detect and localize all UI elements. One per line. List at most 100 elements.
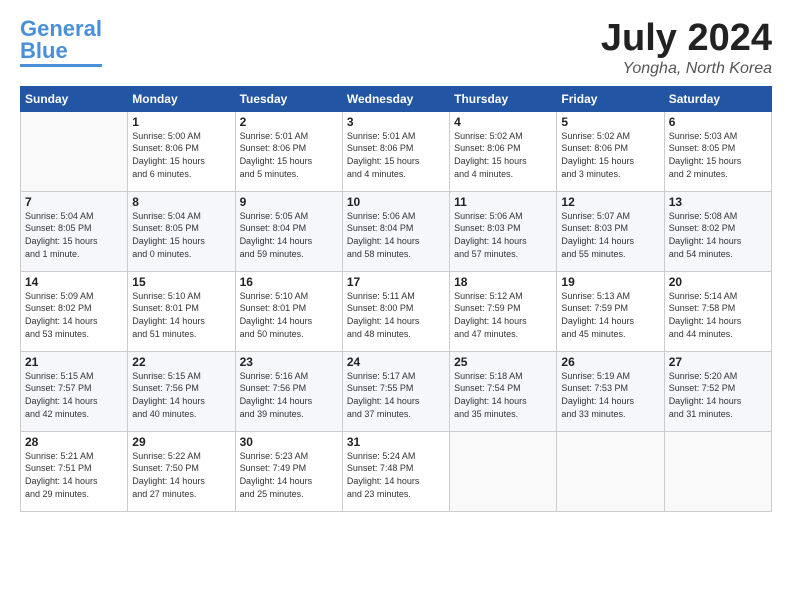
cell-w0d5: 5Sunrise: 5:02 AMSunset: 8:06 PMDaylight… <box>557 111 664 191</box>
day-info: Sunrise: 5:24 AMSunset: 7:48 PMDaylight:… <box>347 450 445 500</box>
day-number: 1 <box>132 115 230 129</box>
cell-w0d4: 4Sunrise: 5:02 AMSunset: 8:06 PMDaylight… <box>450 111 557 191</box>
day-info: Sunrise: 5:05 AMSunset: 8:04 PMDaylight:… <box>240 210 338 260</box>
day-info: Sunrise: 5:01 AMSunset: 8:06 PMDaylight:… <box>240 130 338 180</box>
day-number: 4 <box>454 115 552 129</box>
day-number: 31 <box>347 435 445 449</box>
day-number: 27 <box>669 355 767 369</box>
day-info: Sunrise: 5:07 AMSunset: 8:03 PMDaylight:… <box>561 210 659 260</box>
col-monday: Monday <box>128 86 235 111</box>
day-number: 21 <box>25 355 123 369</box>
logo-underline <box>20 64 102 67</box>
day-number: 26 <box>561 355 659 369</box>
day-info: Sunrise: 5:16 AMSunset: 7:56 PMDaylight:… <box>240 370 338 420</box>
day-info: Sunrise: 5:02 AMSunset: 8:06 PMDaylight:… <box>454 130 552 180</box>
col-saturday: Saturday <box>664 86 771 111</box>
day-number: 18 <box>454 275 552 289</box>
day-number: 24 <box>347 355 445 369</box>
cell-w1d4: 11Sunrise: 5:06 AMSunset: 8:03 PMDayligh… <box>450 191 557 271</box>
cell-w2d3: 17Sunrise: 5:11 AMSunset: 8:00 PMDayligh… <box>342 271 449 351</box>
day-number: 22 <box>132 355 230 369</box>
cell-w1d5: 12Sunrise: 5:07 AMSunset: 8:03 PMDayligh… <box>557 191 664 271</box>
day-number: 8 <box>132 195 230 209</box>
day-number: 25 <box>454 355 552 369</box>
cell-w1d2: 9Sunrise: 5:05 AMSunset: 8:04 PMDaylight… <box>235 191 342 271</box>
day-number: 28 <box>25 435 123 449</box>
cell-w4d5 <box>557 431 664 511</box>
day-number: 17 <box>347 275 445 289</box>
header: General Blue July 2024 Yongha, North Kor… <box>20 18 772 78</box>
cell-w0d0 <box>21 111 128 191</box>
day-number: 2 <box>240 115 338 129</box>
day-number: 11 <box>454 195 552 209</box>
col-sunday: Sunday <box>21 86 128 111</box>
cell-w2d2: 16Sunrise: 5:10 AMSunset: 8:01 PMDayligh… <box>235 271 342 351</box>
cell-w2d0: 14Sunrise: 5:09 AMSunset: 8:02 PMDayligh… <box>21 271 128 351</box>
logo: General Blue <box>20 18 102 67</box>
day-info: Sunrise: 5:00 AMSunset: 8:06 PMDaylight:… <box>132 130 230 180</box>
day-info: Sunrise: 5:06 AMSunset: 8:03 PMDaylight:… <box>454 210 552 260</box>
title-location: Yongha, North Korea <box>601 60 772 78</box>
day-info: Sunrise: 5:06 AMSunset: 8:04 PMDaylight:… <box>347 210 445 260</box>
col-friday: Friday <box>557 86 664 111</box>
day-number: 15 <box>132 275 230 289</box>
cell-w3d4: 25Sunrise: 5:18 AMSunset: 7:54 PMDayligh… <box>450 351 557 431</box>
col-tuesday: Tuesday <box>235 86 342 111</box>
col-thursday: Thursday <box>450 86 557 111</box>
day-number: 13 <box>669 195 767 209</box>
day-number: 5 <box>561 115 659 129</box>
cell-w3d2: 23Sunrise: 5:16 AMSunset: 7:56 PMDayligh… <box>235 351 342 431</box>
logo-text: General Blue <box>20 18 102 62</box>
day-info: Sunrise: 5:15 AMSunset: 7:57 PMDaylight:… <box>25 370 123 420</box>
day-info: Sunrise: 5:03 AMSunset: 8:05 PMDaylight:… <box>669 130 767 180</box>
cell-w4d3: 31Sunrise: 5:24 AMSunset: 7:48 PMDayligh… <box>342 431 449 511</box>
cell-w3d1: 22Sunrise: 5:15 AMSunset: 7:56 PMDayligh… <box>128 351 235 431</box>
day-info: Sunrise: 5:18 AMSunset: 7:54 PMDaylight:… <box>454 370 552 420</box>
cell-w3d3: 24Sunrise: 5:17 AMSunset: 7:55 PMDayligh… <box>342 351 449 431</box>
title-month: July 2024 <box>601 18 772 60</box>
cell-w4d4 <box>450 431 557 511</box>
cell-w3d5: 26Sunrise: 5:19 AMSunset: 7:53 PMDayligh… <box>557 351 664 431</box>
day-number: 30 <box>240 435 338 449</box>
calendar-table: Sunday Monday Tuesday Wednesday Thursday… <box>20 86 772 512</box>
day-number: 29 <box>132 435 230 449</box>
day-number: 10 <box>347 195 445 209</box>
day-info: Sunrise: 5:01 AMSunset: 8:06 PMDaylight:… <box>347 130 445 180</box>
day-number: 23 <box>240 355 338 369</box>
cell-w3d6: 27Sunrise: 5:20 AMSunset: 7:52 PMDayligh… <box>664 351 771 431</box>
day-info: Sunrise: 5:02 AMSunset: 8:06 PMDaylight:… <box>561 130 659 180</box>
day-number: 9 <box>240 195 338 209</box>
day-info: Sunrise: 5:13 AMSunset: 7:59 PMDaylight:… <box>561 290 659 340</box>
day-info: Sunrise: 5:21 AMSunset: 7:51 PMDaylight:… <box>25 450 123 500</box>
cell-w0d3: 3Sunrise: 5:01 AMSunset: 8:06 PMDaylight… <box>342 111 449 191</box>
day-info: Sunrise: 5:19 AMSunset: 7:53 PMDaylight:… <box>561 370 659 420</box>
day-number: 6 <box>669 115 767 129</box>
cell-w2d1: 15Sunrise: 5:10 AMSunset: 8:01 PMDayligh… <box>128 271 235 351</box>
week-row-1: 1Sunrise: 5:00 AMSunset: 8:06 PMDaylight… <box>21 111 772 191</box>
cell-w4d6 <box>664 431 771 511</box>
day-number: 12 <box>561 195 659 209</box>
day-number: 7 <box>25 195 123 209</box>
cell-w2d5: 19Sunrise: 5:13 AMSunset: 7:59 PMDayligh… <box>557 271 664 351</box>
day-info: Sunrise: 5:09 AMSunset: 8:02 PMDaylight:… <box>25 290 123 340</box>
week-row-3: 14Sunrise: 5:09 AMSunset: 8:02 PMDayligh… <box>21 271 772 351</box>
day-info: Sunrise: 5:22 AMSunset: 7:50 PMDaylight:… <box>132 450 230 500</box>
col-wednesday: Wednesday <box>342 86 449 111</box>
day-info: Sunrise: 5:08 AMSunset: 8:02 PMDaylight:… <box>669 210 767 260</box>
cell-w1d0: 7Sunrise: 5:04 AMSunset: 8:05 PMDaylight… <box>21 191 128 271</box>
week-row-5: 28Sunrise: 5:21 AMSunset: 7:51 PMDayligh… <box>21 431 772 511</box>
day-info: Sunrise: 5:14 AMSunset: 7:58 PMDaylight:… <box>669 290 767 340</box>
cell-w0d6: 6Sunrise: 5:03 AMSunset: 8:05 PMDaylight… <box>664 111 771 191</box>
title-block: July 2024 Yongha, North Korea <box>601 18 772 78</box>
cell-w1d3: 10Sunrise: 5:06 AMSunset: 8:04 PMDayligh… <box>342 191 449 271</box>
week-row-4: 21Sunrise: 5:15 AMSunset: 7:57 PMDayligh… <box>21 351 772 431</box>
cell-w4d1: 29Sunrise: 5:22 AMSunset: 7:50 PMDayligh… <box>128 431 235 511</box>
day-info: Sunrise: 5:15 AMSunset: 7:56 PMDaylight:… <box>132 370 230 420</box>
cell-w3d0: 21Sunrise: 5:15 AMSunset: 7:57 PMDayligh… <box>21 351 128 431</box>
day-info: Sunrise: 5:11 AMSunset: 8:00 PMDaylight:… <box>347 290 445 340</box>
cell-w4d2: 30Sunrise: 5:23 AMSunset: 7:49 PMDayligh… <box>235 431 342 511</box>
day-info: Sunrise: 5:12 AMSunset: 7:59 PMDaylight:… <box>454 290 552 340</box>
header-row: Sunday Monday Tuesday Wednesday Thursday… <box>21 86 772 111</box>
calendar-page: General Blue July 2024 Yongha, North Kor… <box>0 0 792 612</box>
cell-w0d2: 2Sunrise: 5:01 AMSunset: 8:06 PMDaylight… <box>235 111 342 191</box>
